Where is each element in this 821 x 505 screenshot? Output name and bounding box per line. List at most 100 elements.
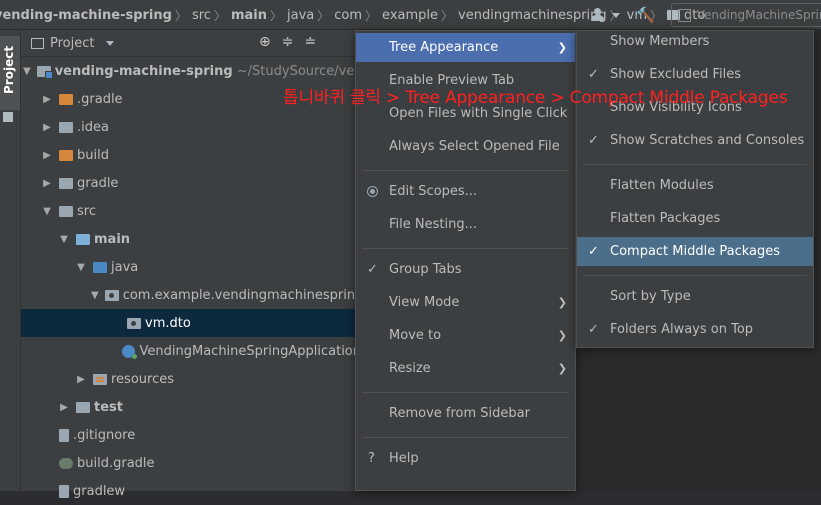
tree-row-project-root[interactable]: ▼ vending-machine-spring ~/StudySource/v… (21, 57, 391, 85)
menu-item-flatten-modules[interactable]: Flatten Modules (577, 171, 813, 200)
menu-item-view-mode[interactable]: View Mode ❯ (356, 288, 575, 317)
breadcrumb-item-example[interactable]: example (382, 8, 438, 23)
folder-icon (59, 93, 73, 105)
chevron-right-icon: 〉 (317, 8, 330, 23)
tree-row[interactable]: ▶ build (21, 141, 361, 169)
annotation-text: 톱니바퀴 클릭 > Tree Appearance > Compact Midd… (283, 88, 788, 108)
tree-item-label: vm.dto (145, 315, 191, 331)
menu-item-always-select-opened[interactable]: Always Select Opened File (356, 132, 575, 161)
checkmark-icon: ✓ (588, 322, 599, 337)
menu-item-show-members[interactable]: Show Members (577, 27, 813, 56)
menu-item-move-to[interactable]: Move to ❯ (356, 321, 575, 350)
menu-item-label: Edit Scopes... (389, 184, 478, 199)
menu-item-label: Resize (389, 361, 431, 376)
tree-item-label: src (77, 203, 96, 219)
user-icon[interactable] (590, 8, 606, 22)
menu-item-label: View Mode (389, 295, 460, 310)
menu-separator (583, 275, 807, 276)
folder-icon (59, 121, 73, 133)
breadcrumb-item-project[interactable]: vending-machine-spring (0, 8, 172, 23)
tree-appearance-submenu: Show Members ✓ Show Excluded Files Show … (576, 30, 814, 348)
chevron-right-icon[interactable]: ▶ (75, 374, 87, 385)
breadcrumb-label: main (230, 7, 267, 23)
menu-item-group-tabs[interactable]: ✓ Group Tabs (356, 255, 575, 284)
menu-item-show-scratches[interactable]: ✓ Show Scratches and Consoles (577, 126, 813, 155)
chevron-down-icon[interactable]: ▼ (23, 66, 31, 77)
toolbar-right: 🔨 VendingMachineSpringApplication (590, 0, 821, 30)
menu-item-folders-on-top[interactable]: ✓ Folders Always on Top (577, 315, 813, 344)
chevron-right-icon[interactable]: ▶ (41, 178, 53, 189)
tree-row[interactable]: ▶ resources (21, 365, 361, 393)
menu-item-tree-appearance[interactable]: Tree Appearance ❯ (356, 33, 575, 62)
tree-row[interactable]: gradlew (21, 477, 361, 505)
tree-row[interactable]: ▶ test (21, 393, 361, 421)
breadcrumb-item-com[interactable]: com (334, 8, 362, 23)
chevron-right-icon[interactable]: ▶ (41, 150, 53, 161)
breadcrumb-label: vendingmachinespring (458, 7, 607, 23)
app-icon (677, 8, 691, 22)
project-tool-tab[interactable]: Project (0, 36, 20, 110)
breadcrumb-item-src[interactable]: src (192, 8, 211, 23)
chevron-right-icon: 〉 (269, 8, 282, 23)
breadcrumb-label: java (287, 7, 315, 23)
package-icon (104, 289, 119, 301)
breadcrumb-item-main[interactable]: main (231, 8, 267, 23)
breadcrumb-label: example (382, 7, 439, 23)
chevron-right-icon[interactable]: ▶ (58, 402, 70, 413)
menu-separator (362, 248, 569, 249)
expand-all-icon[interactable]: ≑ (282, 34, 294, 50)
tree-item-label: build (77, 147, 109, 163)
chevron-down-icon[interactable]: ▼ (91, 290, 99, 301)
checkmark-icon: ✓ (588, 244, 599, 259)
menu-item-label: Show Members (610, 34, 710, 49)
run-configuration-select[interactable]: VendingMachineSpringApplication (670, 3, 821, 27)
tree-row[interactable]: ▼ src (21, 197, 361, 225)
menu-item-label: Open Files with Single Click (389, 106, 568, 121)
menu-item-sort-by-type[interactable]: Sort by Type (577, 282, 813, 311)
menu-item-remove-from-sidebar[interactable]: Remove from Sidebar (356, 399, 575, 428)
chevron-down-icon[interactable] (106, 40, 115, 46)
menu-item-label: Group Tabs (389, 262, 462, 277)
tree-row[interactable]: ▶ .idea (21, 113, 361, 141)
folder-icon[interactable] (3, 112, 13, 122)
tree-row[interactable]: build.gradle (21, 449, 361, 477)
chevron-down-icon[interactable]: ▼ (41, 206, 53, 217)
menu-separator (362, 392, 569, 393)
checkmark-icon: ✓ (588, 67, 599, 82)
tree-item-label: java (111, 259, 139, 275)
source-root-folder-icon (76, 233, 90, 245)
chevron-down-icon[interactable]: ▼ (75, 262, 87, 273)
chevron-down-icon[interactable] (612, 12, 620, 18)
chevron-right-icon[interactable]: ▶ (41, 122, 53, 133)
tree-row-selected[interactable]: vm.dto (21, 309, 361, 337)
breadcrumb-item-java[interactable]: java (287, 8, 314, 23)
gradle-icon (59, 457, 73, 469)
run-configuration-label: VendingMachineSpringApplication (696, 8, 821, 22)
tree-row[interactable]: ▼ java (21, 253, 361, 281)
chevron-down-icon[interactable]: ▼ (58, 234, 70, 245)
menu-item-resize[interactable]: Resize ❯ (356, 354, 575, 383)
locate-icon[interactable]: ⊕ (259, 34, 271, 50)
file-icon (59, 484, 69, 498)
menu-item-label: Sort by Type (610, 289, 691, 304)
menu-item-edit-scopes[interactable]: Edit Scopes... (356, 177, 575, 206)
chevron-right-icon[interactable]: ▶ (41, 94, 53, 105)
collapse-all-icon[interactable]: ≐ (304, 34, 316, 50)
radio-icon (367, 186, 378, 197)
menu-item-flatten-packages[interactable]: Flatten Packages (577, 204, 813, 233)
menu-item-compact-middle-packages[interactable]: ✓ Compact Middle Packages (577, 237, 813, 266)
panel-title: Project (50, 35, 95, 51)
menu-item-label: Move to (389, 328, 442, 343)
chevron-right-icon: 〉 (174, 8, 187, 23)
tree-row[interactable]: VendingMachineSpringApplication (21, 337, 361, 365)
menu-item-file-nesting[interactable]: File Nesting... (356, 210, 575, 239)
menu-item-label: File Nesting... (389, 217, 477, 232)
hammer-icon[interactable]: 🔨 (636, 6, 655, 24)
tree-item-label: .gitignore (73, 427, 136, 443)
tree-row[interactable]: ▼ com.example.vendingmachinespring (21, 281, 363, 309)
menu-item-help[interactable]: ? Help (356, 444, 575, 473)
tree-row[interactable]: .gitignore (21, 421, 361, 449)
breadcrumb-item-vendingmachinespring[interactable]: vendingmachinespring (458, 8, 607, 23)
tree-row[interactable]: ▶ gradle (21, 169, 361, 197)
tree-row[interactable]: ▼ main (21, 225, 361, 253)
